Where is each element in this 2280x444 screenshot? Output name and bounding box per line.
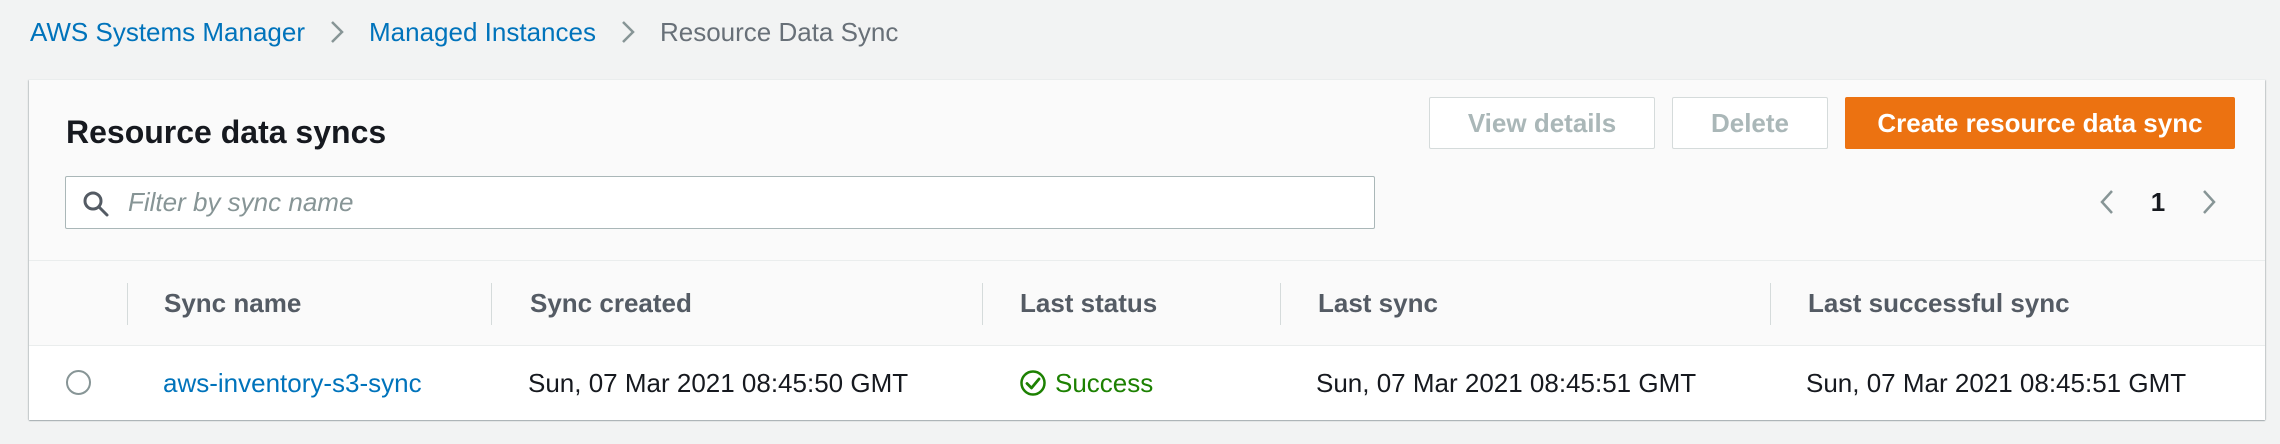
create-resource-data-sync-button[interactable]: Create resource data sync [1845, 97, 2235, 149]
row-select-radio[interactable] [66, 370, 91, 395]
breadcrumb-systems-manager[interactable]: AWS Systems Manager [30, 17, 305, 48]
column-header-last-successful-sync[interactable]: Last successful sync [1808, 261, 2070, 346]
panel-title: Resource data syncs [66, 114, 387, 150]
column-header-last-sync[interactable]: Last sync [1318, 261, 1438, 346]
breadcrumb-current-page: Resource Data Sync [659, 16, 899, 47]
table-header: Sync name Sync created Last status Last … [29, 261, 2265, 346]
next-page-button[interactable] [2191, 180, 2227, 224]
filter-by-sync-name-input[interactable] [128, 177, 1358, 228]
last-successful-sync-cell: Sun, 07 Mar 2021 08:45:51 GMT [1806, 367, 2187, 398]
current-page-number[interactable]: 1 [2125, 187, 2191, 218]
last-sync-cell: Sun, 07 Mar 2021 08:45:51 GMT [1316, 367, 1697, 398]
chevron-right-icon [2203, 190, 2216, 214]
resource-data-syncs-panel: Resource data syncs View details Delete … [29, 79, 2265, 420]
sync-created-cell: Sun, 07 Mar 2021 08:45:50 GMT [528, 367, 909, 398]
column-divider [982, 283, 983, 325]
column-header-sync-name[interactable]: Sync name [164, 261, 301, 346]
view-details-button[interactable]: View details [1429, 97, 1655, 149]
chevron-right-icon [596, 14, 660, 50]
panel-header: Resource data syncs View details Delete … [29, 80, 2265, 261]
previous-page-button[interactable] [2089, 180, 2125, 224]
sync-name-link[interactable]: aws-inventory-s3-sync [163, 368, 422, 399]
breadcrumb-managed-instances[interactable]: Managed Instances [369, 17, 596, 48]
last-status-text: Success [1055, 367, 1154, 398]
last-status-cell: Success [1019, 346, 1153, 420]
column-divider [127, 283, 128, 325]
success-check-icon [1020, 370, 1046, 396]
pagination: 1 [2089, 180, 2227, 224]
search-icon [83, 191, 109, 217]
chevron-right-icon [305, 14, 369, 50]
column-header-last-status[interactable]: Last status [1020, 261, 1157, 346]
column-divider [1770, 283, 1771, 325]
delete-button[interactable]: Delete [1672, 97, 1828, 149]
breadcrumb: AWS Systems Manager Managed Instances Re… [30, 14, 898, 50]
column-divider [1280, 283, 1281, 325]
filter-search-box [65, 176, 1375, 229]
chevron-left-icon [2100, 190, 2113, 214]
table-row[interactable]: aws-inventory-s3-sync Sun, 07 Mar 2021 0… [29, 346, 2265, 420]
column-header-sync-created[interactable]: Sync created [530, 261, 692, 346]
column-divider [491, 283, 492, 325]
